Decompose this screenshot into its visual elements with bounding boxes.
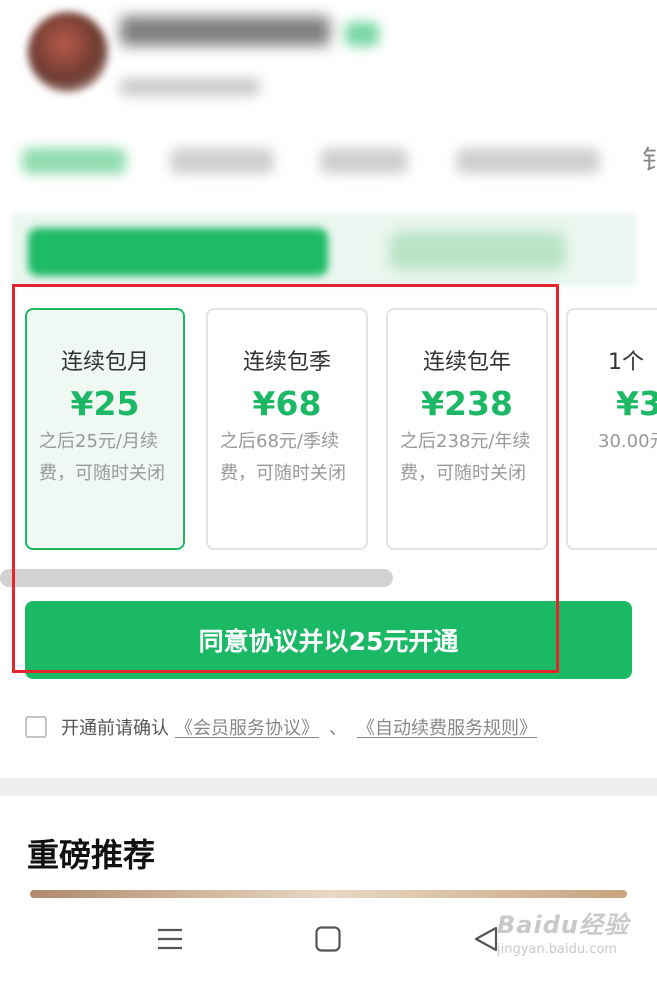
section-divider <box>0 778 657 796</box>
plan-title: 连续包季 <box>242 350 331 375</box>
plan-card-quarterly[interactable]: 连续包季 ¥68 之后68元/季续费，可随时关闭 <box>206 308 368 550</box>
tab-blurred-4[interactable] <box>456 148 600 174</box>
baidu-watermark: Baidu经验 jingyan.baidu.com <box>497 905 629 957</box>
agreement-row: 开通前请确认 《会员服务协议》 、 《自动续费服务规则》 <box>25 712 537 742</box>
menu-icon[interactable] <box>150 917 190 961</box>
plan-price: ¥238 <box>421 384 513 423</box>
tab-blurred-3[interactable] <box>320 148 408 174</box>
tab-blurred-2[interactable] <box>170 148 274 174</box>
avatar <box>28 12 108 92</box>
recommend-banner-image[interactable] <box>30 890 627 898</box>
blurred-verified-badge <box>345 22 379 46</box>
plan-title: 连续包月 <box>60 350 149 375</box>
plan-description: 30.00元 <box>598 431 657 452</box>
home-icon[interactable] <box>308 917 348 961</box>
tab-blurred-1[interactable] <box>22 148 126 174</box>
watermark-url: jingyan.baidu.com <box>497 942 617 957</box>
agreement-prefix: 开通前请确认 <box>61 718 169 739</box>
plan-price: ¥3 <box>616 384 657 423</box>
tab-partial[interactable]: 钅 <box>642 140 657 177</box>
plan-title: 连续包年 <box>422 350 511 375</box>
plan-card-yearly[interactable]: 连续包年 ¥238 之后238元/年续费，可随时关闭 <box>386 308 548 550</box>
plan-price: ¥25 <box>70 384 140 423</box>
plan-description: 之后68元/季续费，可随时关闭 <box>220 431 346 484</box>
agreement-checkbox[interactable] <box>25 716 47 738</box>
agree-and-subscribe-button[interactable]: 同意协议并以25元开通 <box>25 601 632 679</box>
member-service-agreement-link[interactable]: 《会员服务协议》 <box>175 714 319 740</box>
blurred-banner-button-secondary[interactable] <box>390 232 565 270</box>
plan-title: 1个 <box>608 350 644 375</box>
blurred-username <box>120 16 330 46</box>
plan-price: ¥68 <box>252 384 322 423</box>
plan-card-monthly[interactable]: 连续包月 ¥25 之后25元/月续费，可随时关闭 <box>25 308 185 550</box>
horizontal-scrollbar[interactable] <box>0 569 393 587</box>
recommend-title: 重磅推荐 <box>27 836 156 874</box>
agreement-separator: 、 <box>329 718 347 739</box>
plan-card-partial[interactable]: 1个 ¥3 30.00元 <box>566 308 657 550</box>
blurred-banner-button[interactable] <box>28 228 328 276</box>
auto-renewal-rules-link[interactable]: 《自动续费服务规则》 <box>357 714 537 740</box>
plan-description: 之后25元/月续费，可随时关闭 <box>39 431 165 484</box>
plan-description: 之后238元/年续费，可随时关闭 <box>400 431 531 484</box>
blurred-user-subtitle <box>120 78 260 96</box>
watermark-main: Baidu经验 <box>497 911 629 939</box>
